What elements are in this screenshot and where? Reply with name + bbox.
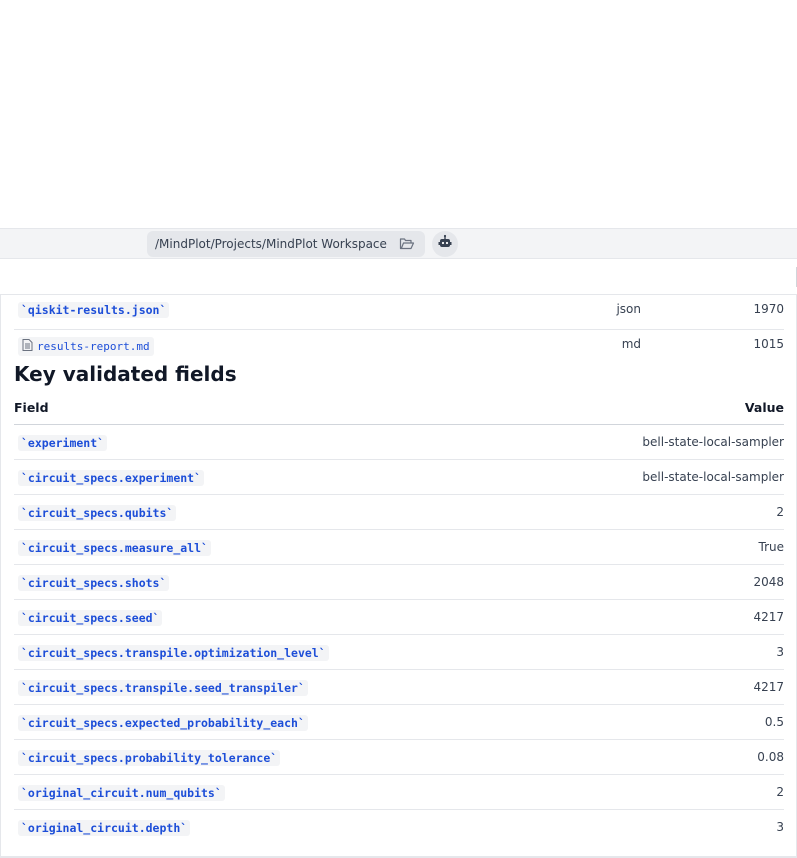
field-key: `circuit_specs.expected_probability_each… <box>18 715 308 731</box>
section-title: Key validated fields <box>14 362 237 386</box>
field-key: `circuit_specs.seed` <box>18 610 163 626</box>
workspace-path[interactable]: /MindPlot/Projects/MindPlot Workspace <box>147 231 425 257</box>
table-row: `circuit_specs.transpile.optimization_le… <box>14 635 784 670</box>
document-content: `qiskit-results.json` json 1970 results-… <box>0 295 797 858</box>
field-value: True <box>758 540 785 554</box>
field-key: `circuit_specs.shots` <box>18 575 170 591</box>
table-row: `circuit_specs.measure_all` True <box>14 530 784 565</box>
field-key: `circuit_specs.measure_all` <box>18 540 211 556</box>
field-value: 0.5 <box>764 715 784 729</box>
field-value: 4217 <box>753 680 784 694</box>
file-row: results-report.md md 1015 <box>14 330 784 365</box>
field-key: `circuit_specs.transpile.optimization_le… <box>18 645 329 661</box>
file-type: json <box>616 302 641 316</box>
field-key: `circuit_specs.probability_tolerance` <box>18 750 281 766</box>
file-row: `qiskit-results.json` json 1970 <box>14 295 784 330</box>
field-value: 2048 <box>753 575 784 589</box>
table-row: `experiment` bell-state-local-sampler <box>14 425 784 460</box>
workspace-path-label: /MindPlot/Projects/MindPlot Workspace <box>155 237 387 251</box>
field-key: `circuit_specs.experiment` <box>18 470 205 486</box>
field-value: 2 <box>776 785 784 799</box>
file-size: 1015 <box>753 337 784 351</box>
file-type: md <box>621 337 641 351</box>
top-toolbar: /MindPlot/Projects/MindPlot Workspace <box>0 228 797 259</box>
field-key: `circuit_specs.qubits` <box>18 505 177 521</box>
file-size: 1970 <box>753 302 784 316</box>
field-value: 0.08 <box>757 750 784 764</box>
table-row: `circuit_specs.transpile.seed_transpiler… <box>14 670 784 705</box>
file-name[interactable]: `qiskit-results.json` <box>18 302 170 318</box>
column-header-value: Value <box>744 400 784 415</box>
table-row: `original_circuit.depth` 3 <box>14 810 784 845</box>
field-value: bell-state-local-sampler <box>642 470 784 484</box>
table-row: `circuit_specs.expected_probability_each… <box>14 705 784 740</box>
field-value: 3 <box>776 820 784 834</box>
sub-toolbar <box>0 259 797 295</box>
table-header: Field Value <box>14 395 784 425</box>
field-value: bell-state-local-sampler <box>642 435 784 449</box>
field-value: 2 <box>776 505 784 519</box>
robot-icon <box>437 234 453 254</box>
column-header-field: Field <box>14 400 49 415</box>
field-value: 3 <box>776 645 784 659</box>
field-key: `experiment` <box>18 435 108 451</box>
field-key: `original_circuit.depth` <box>18 820 191 836</box>
folder-open-icon[interactable] <box>399 236 415 252</box>
table-row: `original_circuit.num_qubits` 2 <box>14 775 784 810</box>
table-row: `circuit_specs.shots` 2048 <box>14 565 784 600</box>
table-row: `circuit_specs.probability_tolerance` 0.0… <box>14 740 784 775</box>
table-row: `circuit_specs.qubits` 2 <box>14 495 784 530</box>
table-row: `circuit_specs.seed` 4217 <box>14 600 784 635</box>
assistant-bot-button[interactable] <box>432 231 458 257</box>
field-key: `circuit_specs.transpile.seed_transpiler… <box>18 680 308 696</box>
field-key: `original_circuit.num_qubits` <box>18 785 225 801</box>
file-icon <box>22 339 33 354</box>
file-name: results-report.md <box>37 340 150 353</box>
file-link[interactable]: results-report.md <box>18 337 154 356</box>
field-value: 4217 <box>753 610 784 624</box>
table-row: `circuit_specs.experiment` bell-state-loc… <box>14 460 784 495</box>
